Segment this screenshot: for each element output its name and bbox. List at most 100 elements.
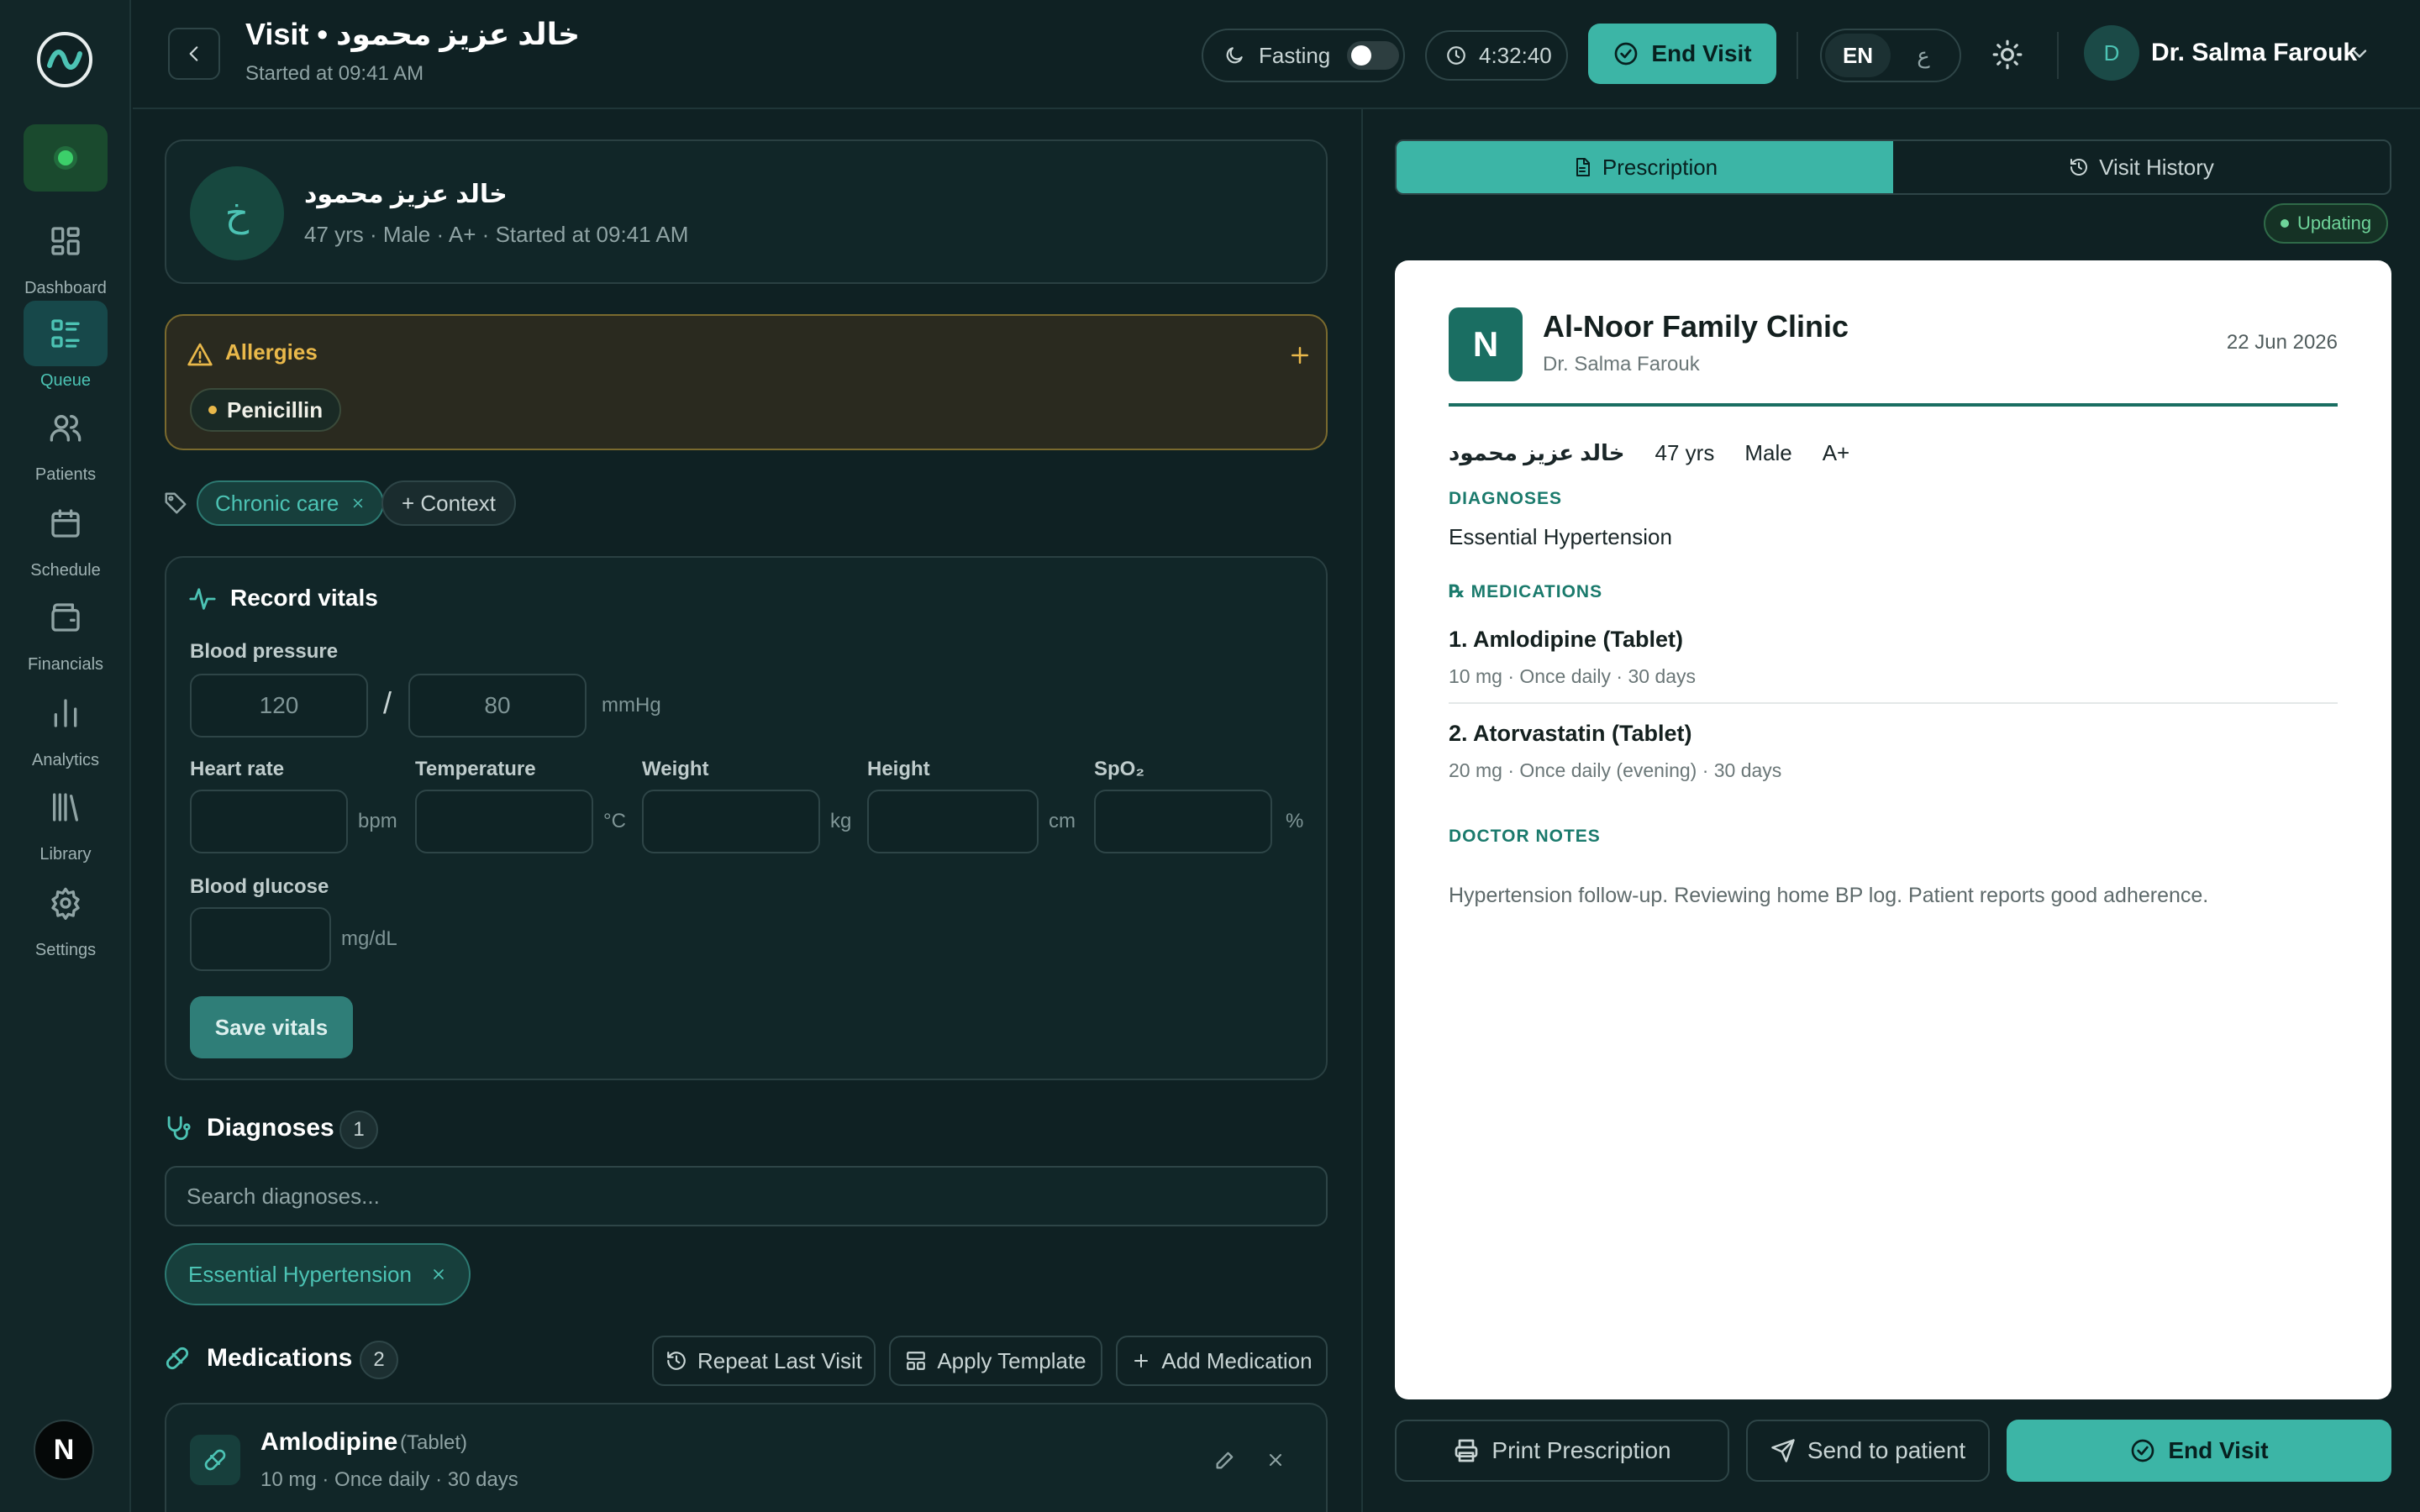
pulse-icon (189, 588, 216, 610)
spo2-input[interactable] (1094, 790, 1272, 853)
app-logo[interactable] (37, 32, 92, 87)
bp-diastolic-input[interactable]: 80 (408, 674, 587, 738)
repeat-last-visit-button[interactable]: Repeat Last Visit (652, 1336, 876, 1386)
diagnosis-chip[interactable]: Essential Hypertension (165, 1243, 471, 1305)
calendar-icon (24, 491, 108, 556)
apply-template-label: Apply Template (937, 1347, 1086, 1373)
end-visit-label: End Visit (2168, 1437, 2269, 1463)
send-to-patient-label: Send to patient (1807, 1437, 1966, 1463)
medication-dose: 10 mg · Once daily · 30 days (260, 1468, 518, 1491)
diagnoses-title: Diagnoses (207, 1114, 334, 1142)
status-text: Updating (2297, 213, 2372, 234)
weight-unit: kg (830, 810, 852, 832)
height-input[interactable] (867, 790, 1039, 853)
header-divider (1797, 32, 1798, 79)
rx-notes-heading: DOCTOR NOTES (1449, 827, 1601, 846)
sidebar-item-label: Library (39, 845, 92, 864)
header-rule (1449, 403, 2338, 407)
sidebar-item-analytics[interactable]: Analytics (0, 680, 131, 770)
context-tag-label: Chronic care (215, 490, 339, 516)
weight-label: Weight (642, 758, 709, 780)
diagnosis-search-input[interactable]: Search diagnoses... (165, 1166, 1328, 1226)
sidebar-item-label: Schedule (30, 561, 101, 580)
sidebar-item-financials[interactable]: Financials (0, 585, 131, 675)
sidebar-item-label: Queue (39, 371, 92, 390)
sidebar-item-library[interactable]: Library (0, 774, 131, 864)
allergy-label: Penicillin (227, 396, 324, 423)
bp-unit: mmHg (602, 694, 661, 717)
edit-icon[interactable] (1213, 1448, 1237, 1472)
vitals-title: Record vitals (230, 585, 378, 611)
sun-icon (1992, 39, 2023, 70)
clock-icon (1447, 46, 1465, 65)
switch-knob (1351, 45, 1372, 66)
library-icon (24, 774, 108, 840)
add-allergy-icon[interactable] (1287, 343, 1313, 368)
end-visit-button[interactable]: End Visit (2007, 1420, 2391, 1482)
glucose-unit: mg/dL (341, 927, 397, 950)
fasting-switch[interactable] (1347, 41, 1400, 70)
sidebar-item-schedule[interactable]: Schedule (0, 491, 131, 580)
print-prescription-button[interactable]: Print Prescription (1395, 1420, 1729, 1482)
status-dot (58, 150, 73, 165)
grid-icon (24, 208, 108, 274)
close-icon[interactable] (350, 496, 366, 511)
sidebar-item-settings[interactable]: Settings (0, 870, 131, 960)
context-tag-chronic-care[interactable]: Chronic care (197, 480, 385, 526)
add-medication-button[interactable]: Add Medication (1116, 1336, 1328, 1386)
language-switcher[interactable]: EN ع (1820, 29, 1961, 82)
send-to-patient-button[interactable]: Send to patient (1746, 1420, 1990, 1482)
allergy-dot (208, 406, 217, 414)
workspace-avatar[interactable]: N (34, 1420, 94, 1480)
temperature-input[interactable] (415, 790, 593, 853)
online-status-indicator[interactable] (24, 124, 108, 192)
close-icon[interactable] (1265, 1450, 1286, 1470)
save-vitals-button[interactable]: Save vitals (190, 996, 353, 1058)
theme-toggle-button[interactable] (1991, 39, 2023, 71)
allergy-chip[interactable]: Penicillin (190, 388, 342, 432)
back-button[interactable] (168, 28, 220, 80)
spo2-label: SpO₂ (1094, 758, 1144, 780)
add-context-button[interactable]: + Context (381, 480, 517, 526)
rx-diagnosis: Essential Hypertension (1449, 524, 1672, 549)
lang-ar-option[interactable]: ع (1891, 34, 1956, 77)
rx-medication-dose: 10 mg · Once daily · 30 days (1449, 665, 1697, 687)
sidebar-item-label: Settings (34, 941, 97, 959)
rx-medication-title: 1. Amlodipine (Tablet) (1449, 627, 1684, 652)
medication-item[interactable]: Amlodipine (Tablet) 10 mg · Once daily ·… (165, 1403, 1328, 1512)
user-name[interactable]: Dr. Salma Farouk (2151, 39, 2357, 67)
tab-prescription[interactable]: Prescription (1397, 141, 1893, 193)
medications-count: 2 (360, 1341, 398, 1379)
fasting-toggle[interactable]: Fasting (1202, 29, 1405, 82)
sidebar-item-queue[interactable]: Queue (0, 301, 131, 391)
tab-visit-history[interactable]: Visit History (1893, 141, 2390, 193)
close-icon[interactable] (430, 1266, 447, 1283)
sidebar: Dashboard Queue Patients Schedule Financ… (0, 0, 131, 1512)
lang-en-option[interactable]: EN (1825, 34, 1891, 77)
glucose-input[interactable] (190, 907, 331, 971)
user-avatar[interactable]: D (2084, 25, 2139, 81)
bp-systolic-input[interactable]: 120 (190, 674, 368, 738)
tab-visit-history-label: Visit History (2099, 154, 2214, 180)
repeat-last-visit-label: Repeat Last Visit (697, 1347, 863, 1373)
sidebar-item-patients[interactable]: Patients (0, 395, 131, 485)
apply-template-button[interactable]: Apply Template (889, 1336, 1102, 1386)
panel-tabs: Prescription Visit History (1395, 139, 2391, 195)
send-icon (1771, 1439, 1795, 1462)
allergies-card: Allergies Penicillin (165, 314, 1328, 450)
user-menu-chevron[interactable] (2348, 42, 2371, 66)
visit-timer: 4:32:40 (1425, 30, 1568, 81)
end-visit-header-button[interactable]: End Visit (1588, 24, 1776, 84)
diagnosis-label: Essential Hypertension (188, 1261, 412, 1287)
heart-rate-input[interactable] (190, 790, 348, 853)
document-icon (1576, 158, 1590, 176)
sidebar-item-dashboard[interactable]: Dashboard (0, 208, 131, 298)
weight-input[interactable] (642, 790, 820, 853)
history-icon (2070, 159, 2088, 176)
prescription-date: 22 Jun 2026 (2226, 331, 2338, 354)
fasting-label: Fasting (1259, 42, 1331, 68)
prescription-panel: Prescription Visit History Updating N Al… (1361, 109, 2420, 1512)
vitals-card: Record vitals Blood pressure 120 / 80 mm… (165, 556, 1328, 1080)
rx-medication-dose: 20 mg · Once daily (evening) · 30 days (1449, 759, 1782, 781)
sidebar-item-label: Patients (34, 465, 97, 484)
